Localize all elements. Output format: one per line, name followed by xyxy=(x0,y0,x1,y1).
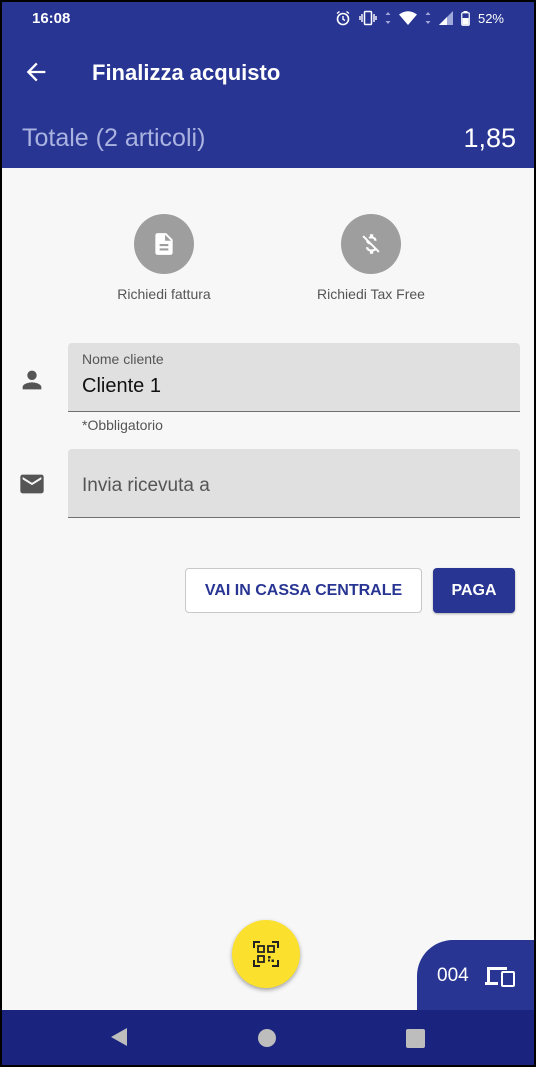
nav-back-icon[interactable] xyxy=(108,1026,130,1048)
nav-home-icon[interactable] xyxy=(258,1029,276,1047)
money-off-icon xyxy=(362,234,380,254)
navigation-bar xyxy=(2,1010,534,1065)
customer-name-field[interactable]: Nome cliente Cliente 1 xyxy=(68,343,520,412)
customer-name-helper: *Obbligatorio xyxy=(82,417,163,433)
request-tax-free-button[interactable]: Richiedi Tax Free xyxy=(296,214,446,302)
customer-name-value[interactable]: Cliente 1 xyxy=(82,375,161,398)
total-row: Totale (2 articoli) 1,85 xyxy=(22,120,516,156)
central-cash-button[interactable]: VAI IN CASSA CENTRALE xyxy=(185,568,422,613)
data-arrows-icon-2 xyxy=(425,12,431,24)
tax-free-label: Richiedi Tax Free xyxy=(317,286,425,302)
document-icon xyxy=(155,233,173,255)
receipt-email-placeholder[interactable]: Invia ricevuta a xyxy=(82,475,210,497)
invoice-circle[interactable] xyxy=(134,214,194,274)
status-time: 16:08 xyxy=(32,10,71,27)
devices-icon xyxy=(484,967,515,987)
customer-name-label: Nome cliente xyxy=(82,351,164,367)
app-bar: Finalizza acquisto Totale (2 articoli) 1… xyxy=(2,36,534,168)
person-icon xyxy=(22,370,42,390)
total-label: Totale (2 articoli) xyxy=(22,123,206,152)
alarm-icon xyxy=(336,10,350,26)
battery-percentage: 52% xyxy=(477,10,504,26)
vibrate-icon xyxy=(359,10,377,26)
back-arrow-icon[interactable] xyxy=(22,58,50,86)
qr-scan-fab[interactable] xyxy=(232,920,300,988)
status-bar: 16:08 52% xyxy=(2,2,534,36)
battery-icon xyxy=(461,10,470,26)
data-arrows-icon xyxy=(385,12,391,24)
pay-button[interactable]: PAGA xyxy=(433,568,515,613)
screen: 16:08 52% Finalizza acquisto Totale (2 a… xyxy=(2,2,534,1065)
invoice-label: Richiedi fattura xyxy=(117,286,211,302)
tax-free-circle[interactable] xyxy=(341,214,401,274)
mail-icon xyxy=(20,474,44,494)
total-amount: 1,85 xyxy=(463,122,516,153)
signal-icon xyxy=(438,11,453,25)
device-tab[interactable]: 004 xyxy=(417,940,534,1012)
receipt-email-field[interactable]: Invia ricevuta a xyxy=(68,449,520,518)
nav-recents-icon[interactable] xyxy=(406,1029,425,1048)
request-invoice-button[interactable]: Richiedi fattura xyxy=(89,214,239,302)
qr-code-scan-icon xyxy=(253,941,279,967)
page-title: Finalizza acquisto xyxy=(92,60,281,85)
wifi-icon xyxy=(398,11,417,25)
status-icons: 52% xyxy=(335,10,504,26)
device-number: 004 xyxy=(437,965,469,986)
